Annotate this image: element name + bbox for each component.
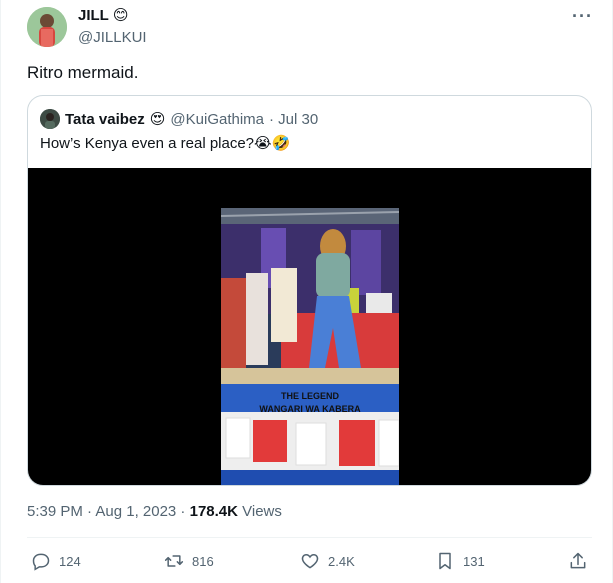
tweet-timestamp[interactable]: 5:39 PM · Aug 1, 2023 · [27, 503, 190, 520]
reply-count: 124 [59, 553, 81, 569]
retweet-button[interactable]: 816 [164, 551, 214, 571]
quoted-avatar[interactable] [40, 109, 60, 129]
more-options-icon[interactable]: ··· [572, 6, 593, 27]
author-avatar-image [27, 7, 67, 47]
video-still: THE LEGEND WANGARI WA KABERA [221, 208, 399, 485]
tweet-text: Ritro mermaid. [27, 63, 139, 82]
views-label: Views [237, 503, 282, 520]
bookmark-icon [439, 552, 451, 570]
video-caption-line1: THE LEGEND [281, 391, 340, 401]
quoted-avatar-image [40, 109, 60, 129]
retweet-count: 816 [192, 553, 214, 569]
like-count: 2.4K [328, 553, 355, 569]
quoted-date[interactable]: · Jul 30 [269, 111, 318, 128]
reply-button[interactable]: 124 [31, 551, 81, 571]
reply-icon [32, 553, 50, 571]
quoted-header: Tata vaibez 😍 @KuiGathima · Jul 30 [40, 109, 318, 129]
retweet-icon [164, 555, 184, 567]
author-name[interactable]: JILL [78, 7, 109, 24]
action-bar: 124 816 2.4K 131 [27, 551, 592, 575]
quoted-author-name[interactable]: Tata vaibez [65, 111, 145, 128]
video-frame: THE LEGEND WANGARI WA KABERA [221, 208, 399, 485]
quoted-author-handle[interactable]: @KuiGathima [170, 111, 264, 128]
bookmark-button[interactable]: 131 [435, 551, 485, 571]
video-caption-line2: WANGARI WA KABERA [259, 404, 361, 414]
like-button[interactable]: 2.4K [300, 551, 355, 571]
separator [27, 537, 592, 538]
author-avatar[interactable] [27, 7, 67, 47]
tweet-meta: 5:39 PM · Aug 1, 2023 · 178.4K Views [27, 503, 282, 520]
heart-icon [301, 553, 319, 569]
share-button[interactable] [568, 551, 588, 571]
bookmark-count: 131 [463, 553, 485, 569]
author-name-emoji: 😊 [112, 7, 129, 24]
author-name-row[interactable]: JILL 😊 [78, 7, 128, 24]
quoted-video[interactable]: THE LEGEND WANGARI WA KABERA [28, 168, 591, 485]
author-handle[interactable]: @JILLKUI [78, 29, 147, 46]
tweet: JILL 😊 @JILLKUI ··· Ritro mermaid. Tata … [0, 0, 613, 583]
share-icon [570, 552, 586, 569]
quoted-author-emoji: 😍 [149, 110, 166, 128]
quoted-text: How’s Kenya even a real place?😭🤣 [40, 135, 291, 152]
quoted-tweet[interactable]: Tata vaibez 😍 @KuiGathima · Jul 30 How’s… [27, 95, 592, 486]
views-count: 178.4K [189, 503, 238, 520]
